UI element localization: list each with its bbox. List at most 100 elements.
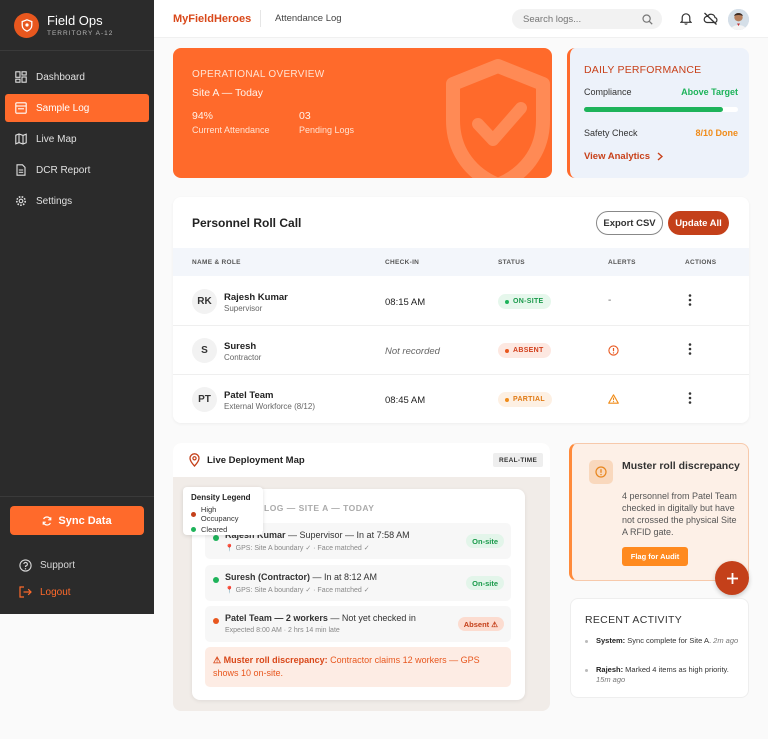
person-name: Suresh [224, 341, 257, 352]
status-text: PARTIAL [513, 396, 545, 403]
safety-label: Safety Check [584, 128, 638, 138]
add-button[interactable] [715, 561, 749, 595]
warning-triangle-icon[interactable] [608, 394, 619, 404]
sidebar-item-dcr-report[interactable]: DCR Report [5, 156, 149, 184]
overview-site: Site A — Today [192, 87, 264, 99]
table-header: NAME & ROLE CHECK-IN STATUS ALERTS ACTIO… [173, 248, 749, 276]
sidebar-nav: Dashboard Sample Log Live Map DCR Report… [5, 63, 149, 218]
activity-time: 2m ago [713, 636, 739, 645]
avatar-initials: S [192, 338, 217, 363]
entry-detail: — In at 8:12 AM [310, 572, 378, 582]
activity-actor: Rajesh: [596, 665, 624, 674]
brand-subtitle: TERRITORY A-12 [47, 30, 114, 37]
alert-title: ⚠ Muster roll discrepancy: [213, 655, 328, 665]
plus-icon [726, 572, 738, 584]
recent-activity-title: RECENT ACTIVITY [585, 614, 683, 626]
table-row[interactable]: PT Patel Team External Workforce (8/12) … [173, 375, 749, 423]
sidebar-item-sample-log[interactable]: Sample Log [5, 94, 149, 122]
column-header: STATUS [498, 259, 525, 266]
alert-cell: - [608, 295, 612, 306]
pending-logs-value: 03 [299, 110, 311, 122]
legend-item: Cleared [191, 525, 255, 534]
status-dot [213, 535, 219, 541]
map-header: Live Deployment Map REAL-TIME [173, 443, 550, 477]
checkin-time: 08:45 AM [385, 395, 426, 406]
list-item[interactable]: Suresh (Contractor) — In at 8:12 AM 📍 GP… [205, 565, 511, 601]
sync-data-button[interactable]: Sync Data [10, 506, 144, 535]
status-text: ON-SITE [513, 298, 544, 305]
muster-title: Muster roll discrepancy [622, 460, 740, 472]
help-icon [19, 559, 32, 572]
column-header: ACTIONS [685, 259, 717, 266]
sidebar-item-dashboard[interactable]: Dashboard [5, 63, 149, 91]
status-badge: ABSENT [498, 343, 551, 358]
recent-activity-card: RECENT ACTIVITY System: Sync complete fo… [570, 598, 749, 698]
compliance-progress-fill [584, 107, 723, 112]
bell-icon[interactable] [680, 12, 692, 25]
flag-for-audit-button[interactable]: Flag for Audit [622, 547, 688, 566]
entry-detail: — Not yet checked in [327, 613, 416, 623]
personnel-roll-call-card: Personnel Roll Call Export CSV Update Al… [173, 197, 749, 423]
legend-label: High Occupancy [200, 505, 239, 523]
more-vertical-icon[interactable] [688, 342, 692, 356]
entry-title: Patel Team — 2 workers — Not yet checked… [225, 613, 416, 623]
entry-title: Suresh (Contractor) — In at 8:12 AM [225, 572, 377, 582]
app-logo[interactable]: MyFieldHeroes [173, 13, 251, 25]
person-role: External Workforce (8/12) [224, 402, 315, 411]
more-vertical-icon[interactable] [688, 391, 692, 405]
export-csv-button[interactable]: Export CSV [596, 211, 663, 235]
entry-sub: Expected 8:00 AM · 2 hrs 14 min late [225, 627, 340, 634]
live-deployment-map-card: Live Deployment Map REAL-TIME LOG — SITE… [173, 443, 550, 711]
daily-performance-title: DAILY PERFORMANCE [584, 64, 702, 76]
entry-sub: 📍 GPS: Site A boundary ✓ · Face matched … [225, 545, 370, 552]
status-chip: On-site [466, 534, 504, 548]
pending-logs-caption: Pending Logs [299, 125, 355, 135]
view-analytics-link[interactable]: View Analytics [584, 151, 664, 162]
sync-label: Sync Data [58, 514, 112, 527]
brand-title: Field Ops [47, 13, 103, 28]
sidebar-item-label: Live Map [36, 133, 77, 145]
table-row[interactable]: S Suresh Contractor Not recorded ABSENT [173, 326, 749, 375]
entry-name: Patel Team — 2 workers [225, 613, 328, 623]
support-link[interactable]: Support [19, 559, 75, 572]
roll-call-title: Personnel Roll Call [192, 216, 302, 230]
support-label: Support [40, 560, 76, 571]
sidebar-item-settings[interactable]: Settings [5, 187, 149, 215]
daily-performance-card: DAILY PERFORMANCE Compliance Above Targe… [567, 48, 749, 178]
search-icon[interactable] [642, 14, 653, 25]
table-row[interactable]: RK Rajesh Kumar Supervisor 08:15 AM ON-S… [173, 277, 749, 326]
breadcrumb: Attendance Log [275, 13, 342, 24]
logout-link[interactable]: Logout [19, 586, 71, 598]
sidebar-item-live-map[interactable]: Live Map [5, 125, 149, 153]
avatar[interactable] [728, 9, 749, 30]
update-all-button[interactable]: Update All [668, 211, 729, 235]
alert-circle-icon[interactable] [608, 345, 619, 356]
activity-item: Rajesh: Marked 4 items as high priority.… [585, 665, 743, 685]
operational-overview-card: OPERATIONAL OVERVIEW Site A — Today 94% … [173, 48, 552, 178]
dashboard-icon [15, 71, 27, 83]
divider [260, 10, 261, 27]
more-vertical-icon[interactable] [688, 293, 692, 307]
cloud-off-icon[interactable] [703, 12, 718, 25]
status-chip: On-site [466, 576, 504, 590]
safety-value: 8/10 Done [695, 128, 738, 138]
density-legend: Density Legend High Occupancy Cleared [183, 487, 263, 535]
discrepancy-alert: ⚠ Muster roll discrepancy: Contractor cl… [205, 647, 511, 687]
shield-logo-icon [14, 13, 39, 38]
logout-label: Logout [40, 586, 71, 598]
list-item[interactable]: Patel Team — 2 workers — Not yet checked… [205, 606, 511, 642]
divider [0, 496, 154, 497]
status-dot [213, 618, 219, 624]
sidebar-item-label: Sample Log [36, 102, 90, 114]
safety-row: Safety Check 8/10 Done [584, 128, 738, 138]
search-input[interactable] [512, 9, 662, 29]
entry-sub-text: GPS: Site A boundary ✓ · Face matched ✓ [235, 587, 370, 594]
checkin-time: Not recorded [385, 346, 440, 357]
sidebar-item-label: Settings [36, 195, 73, 207]
person-role: Supervisor [224, 304, 263, 313]
muster-body: 4 personnel from Patel Team checked in d… [622, 491, 737, 537]
report-icon [16, 164, 26, 176]
avatar-initials: RK [192, 289, 217, 314]
status-dot [213, 577, 219, 583]
legend-title: Density Legend [191, 493, 251, 502]
